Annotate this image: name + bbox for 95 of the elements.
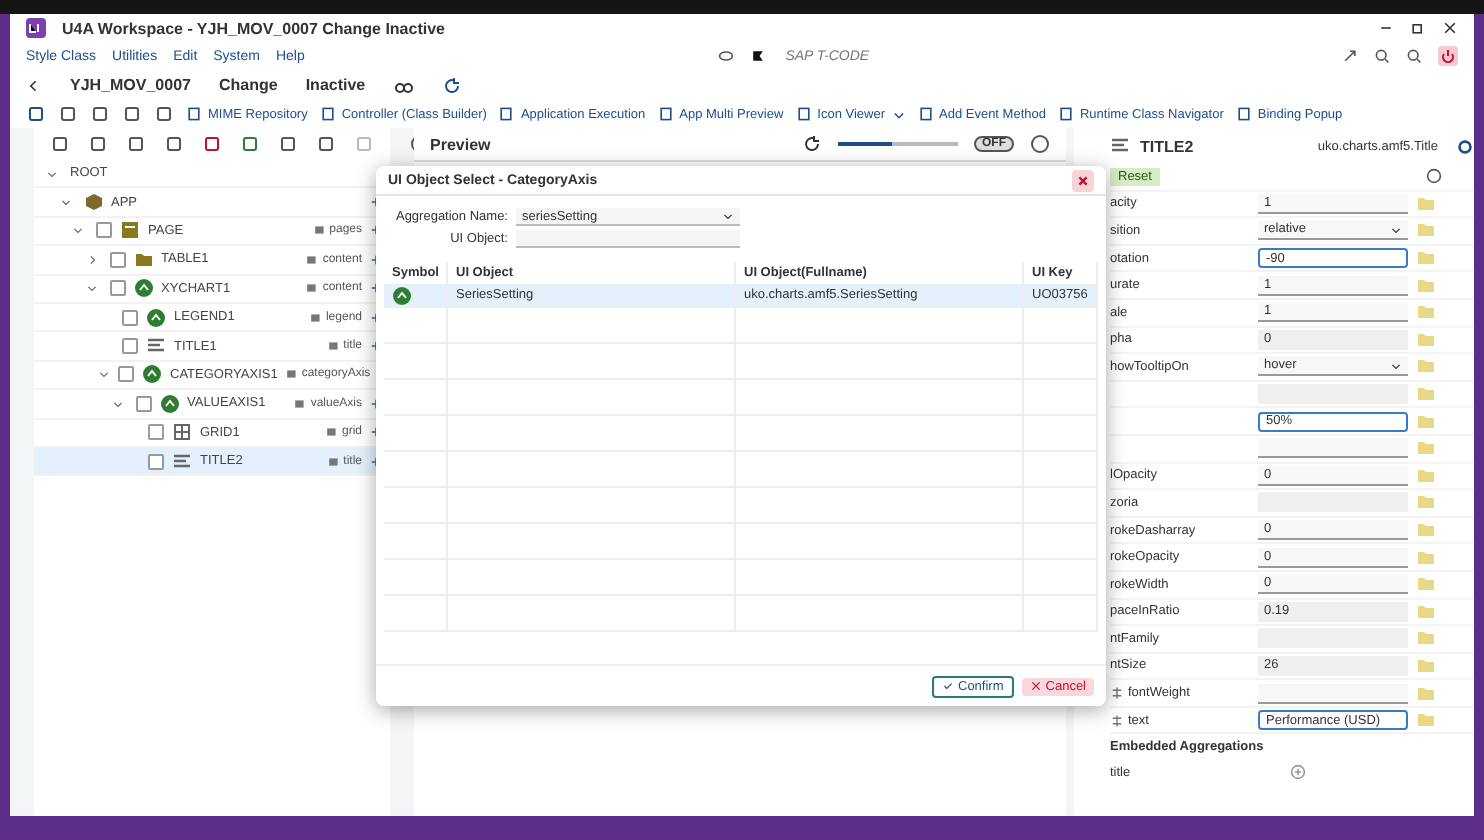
close-icon [1029,680,1042,692]
chart-object-icon [392,285,412,306]
grid-icon [172,422,192,443]
binding-folder-icon [1416,384,1436,405]
add-circle-icon [1290,764,1307,781]
panel-title: Preview [430,135,491,153]
checkbox[interactable] [109,251,125,268]
checkbox[interactable] [109,280,125,297]
chart-object-icon [146,307,166,328]
binding-folder-icon [1416,655,1436,676]
checkbox[interactable] [96,222,112,239]
chart-object-icon [142,364,162,385]
document-icon [1057,106,1074,122]
binding-folder-icon [1416,465,1436,486]
aggregation-icon [327,340,340,353]
close-icon [1074,171,1092,189]
checkbox[interactable] [148,453,164,470]
chevron-down-icon [85,282,97,295]
aggregation-icon [306,253,319,266]
input-field[interactable] [1258,438,1408,459]
binding-folder-icon [1416,411,1436,432]
binding-folder-icon [1416,547,1436,568]
window-title: U4A Workspace - YJH_MOV_0007 Change Inactive [62,19,445,37]
binding-folder-icon [1416,302,1436,323]
aggregation-icon [309,311,322,324]
binding-folder-icon [1416,248,1436,269]
binding-folder-icon [1416,628,1436,649]
binding-icon [1110,713,1124,728]
caret-icon [1390,359,1402,372]
checkbox[interactable] [122,338,138,355]
zoom-icon [1374,48,1391,64]
binding-folder-icon [1416,520,1436,541]
chart-object-icon [159,393,179,414]
close-button[interactable] [1072,169,1094,191]
back-icon [26,77,42,93]
flag-icon [749,48,766,64]
input-field[interactable] [1258,683,1408,704]
binding-folder-icon [1416,193,1436,214]
checkbox[interactable] [135,395,151,412]
caret-icon [1390,223,1402,236]
binding-folder-icon [1416,601,1436,622]
document-icon [186,106,202,122]
checkbox[interactable] [148,424,164,441]
refresh-icon [802,134,822,154]
caret-icon [891,107,905,121]
aggregation-icon [306,282,319,295]
aggregation-icon [325,426,338,439]
chevron-right-icon [85,253,97,266]
binding-folder-icon [1416,683,1436,704]
chevron-down-icon [98,368,110,381]
object-title: TITLE2 [1140,137,1194,155]
aggregation-icon [313,224,326,237]
check-icon [942,680,954,692]
refresh-icon [441,75,462,95]
binding-folder-icon [1416,329,1436,350]
title-icon [1110,136,1130,156]
binding-folder-icon [1416,710,1436,731]
chevron-down-icon [72,224,84,237]
input-field[interactable] [516,230,740,248]
aggregation-icon [327,455,340,468]
document-icon [657,106,674,122]
binding-icon [1110,686,1124,701]
restore-icon [1410,20,1426,36]
folder-icon [133,249,153,270]
binding-folder-icon [1416,492,1436,513]
title-icon [172,451,192,472]
aggregation-icon [294,397,307,410]
eye-icon [717,48,734,64]
binding-folder-icon [1416,220,1436,241]
chevron-down-icon [46,167,58,180]
power-icon [1438,46,1459,66]
binding-folder-icon [1416,275,1436,296]
checkbox[interactable] [122,309,138,326]
title-icon [146,336,166,357]
chart-object-icon [133,278,153,299]
chevron-down-icon [59,196,71,209]
share-icon [1342,48,1359,64]
page-icon [120,220,140,241]
document-icon [917,106,933,122]
binding-folder-icon [1416,574,1436,595]
document-icon [498,106,515,122]
caret-icon [722,210,734,222]
document-icon [319,106,336,122]
chevron-down-icon [111,397,123,410]
checkbox[interactable] [118,366,134,383]
binding-folder-icon [1416,438,1436,459]
document-icon [795,106,812,122]
close-icon [1442,20,1458,36]
mode-label: Change [218,76,278,94]
binding-folder-icon [1416,356,1436,377]
aggregation-icon [285,368,298,381]
cube-icon [83,192,103,213]
document-icon [1235,106,1252,122]
status-label: Inactive [305,76,366,94]
app-id: YJH_MOV_0007 [70,76,191,94]
